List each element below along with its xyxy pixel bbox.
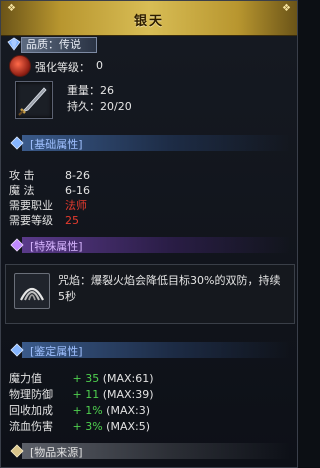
claw-slash-icon <box>20 287 44 301</box>
attr-bonus: + 11 <box>72 388 100 401</box>
special-attributes-title: [特殊属性] <box>30 240 83 253</box>
attr-key: 需要等级 <box>9 214 53 227</box>
identify-attributes-title: [鉴定属性] <box>30 345 83 358</box>
attr-max: (MAX:3) <box>106 404 151 417</box>
blue-gem-icon <box>7 37 21 51</box>
identify-row-mana: 魔力值 + 35 (MAX:61) <box>9 370 154 386</box>
special-skill-text: 咒焰：爆裂火焰会降低目标30%的双防，持续5秒 <box>58 274 281 303</box>
attr-key: 需要职业 <box>9 199 53 212</box>
purple-diamond-icon <box>10 238 24 252</box>
identify-row-physical-defense: 物理防御 + 11 (MAX:39) <box>9 386 154 402</box>
identify-row-recycle-bonus: 回收加成 + 1% (MAX:3) <box>9 402 150 418</box>
special-skill-icon-slot[interactable] <box>14 273 50 309</box>
dagger-icon <box>18 87 47 116</box>
blue-diamond-icon <box>10 136 24 150</box>
item-title-bar: ❖ 银天 ❖ <box>1 1 297 36</box>
attr-value: 法师 <box>65 199 87 212</box>
attr-key: 物理防御 <box>9 388 53 401</box>
blue-diamond-icon <box>10 343 24 357</box>
attr-key: 流血伤害 <box>9 420 53 433</box>
item-icon-slot[interactable] <box>15 81 53 119</box>
attr-max: (MAX:61) <box>102 372 154 385</box>
attr-value: 6-16 <box>65 184 90 197</box>
enhance-value: 0 <box>96 59 103 72</box>
quality-label: 品质：传说 <box>21 37 97 53</box>
attr-max: (MAX:39) <box>102 388 154 401</box>
attr-bonus: + 35 <box>72 372 100 385</box>
basic-attributes-title: [基础属性] <box>30 138 83 151</box>
attr-key: 攻 击 <box>9 169 35 182</box>
attr-key: 回收加成 <box>9 404 53 417</box>
attr-key: 魔力值 <box>9 372 42 385</box>
red-orb-icon <box>9 55 31 77</box>
attr-row-attack: 攻 击 8-26 <box>9 167 90 183</box>
attr-row-required-level: 需要等级 25 <box>9 212 79 228</box>
weight-stat: 重量：26 <box>67 82 114 98</box>
item-source-header: [物品来源] <box>7 443 296 459</box>
attr-row-required-class: 需要职业 法师 <box>9 197 87 213</box>
item-source-title: [物品来源] <box>30 446 83 459</box>
attr-value: 8-26 <box>65 169 90 182</box>
gray-diamond-icon <box>10 444 24 458</box>
durability-stat: 持久：20/20 <box>67 98 132 114</box>
item-tooltip: ❖ 银天 ❖ 品质：传说 强化等级： 0 重量：26 持久：20/20 [基础属… <box>0 0 298 468</box>
enhance-label: 强化等级： <box>35 61 90 74</box>
attr-key: 魔 法 <box>9 184 35 197</box>
identify-row-bleed-damage: 流血伤害 + 3% (MAX:5) <box>9 418 150 434</box>
weight-label: 重量： <box>67 84 100 97</box>
special-skill-box: 咒焰：爆裂火焰会降低目标30%的双防，持续5秒 <box>5 264 295 324</box>
attr-bonus: + 1% <box>72 404 103 417</box>
item-title: 银天 <box>133 14 164 29</box>
attr-row-magic: 魔 法 6-16 <box>9 182 90 198</box>
durability-value: 20/20 <box>100 100 132 113</box>
durability-label: 持久： <box>67 100 100 113</box>
special-attributes-header: [特殊属性] <box>7 237 296 253</box>
attr-max: (MAX:5) <box>106 420 151 433</box>
basic-attributes-header: [基础属性] <box>7 135 296 151</box>
attr-bonus: + 3% <box>72 420 103 433</box>
weight-value: 26 <box>100 84 114 97</box>
attr-value: 25 <box>65 214 79 227</box>
right-ornament-icon: ❖ <box>282 3 291 14</box>
identify-attributes-header: [鉴定属性] <box>7 342 296 358</box>
